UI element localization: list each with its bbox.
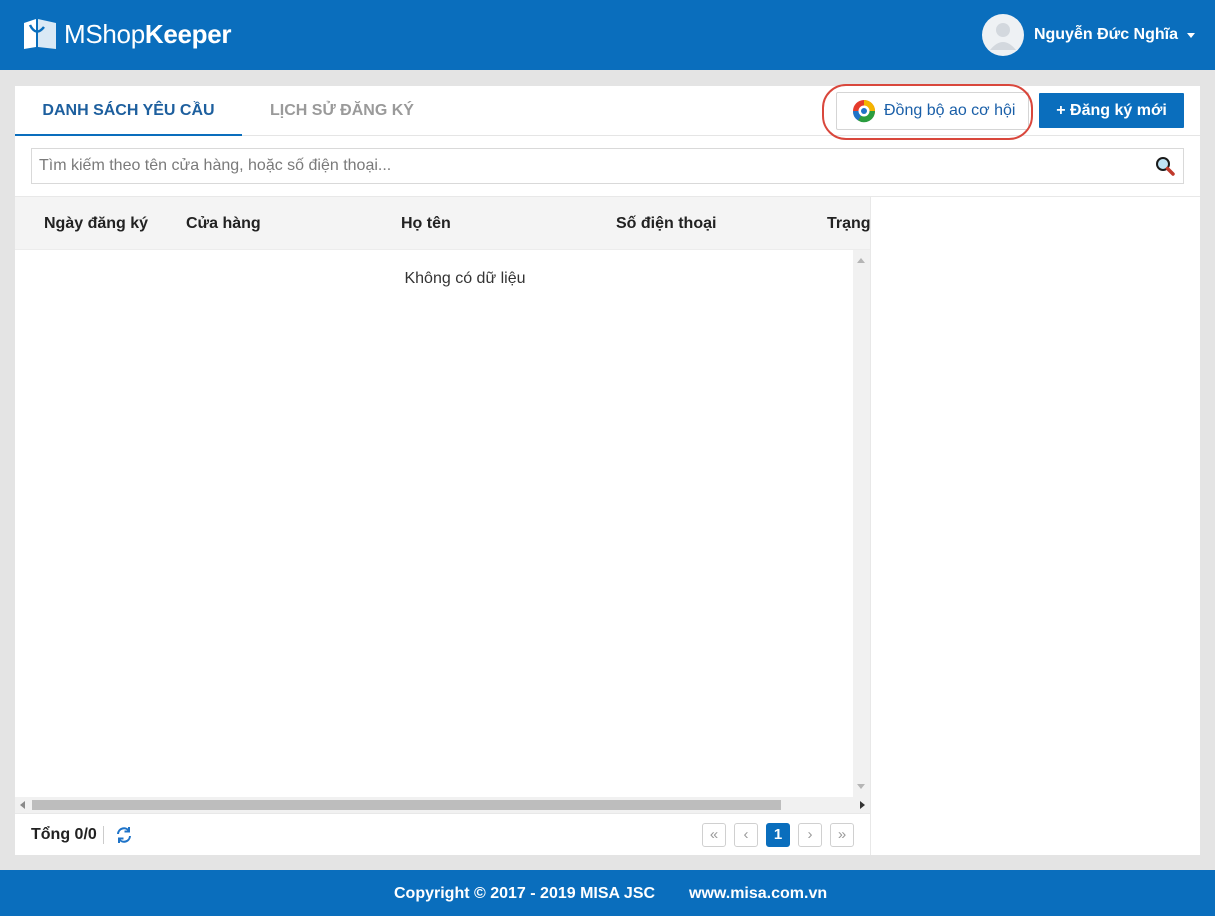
pagination: « ‹ 1 › »	[702, 823, 862, 847]
vertical-scrollbar[interactable]	[853, 250, 870, 797]
divider	[103, 826, 104, 844]
horizontal-scrollbar[interactable]	[15, 797, 870, 813]
shopping-bag-icon	[22, 17, 58, 51]
column-header-phone[interactable]: Số điện thoại	[616, 197, 716, 250]
user-menu[interactable]: Nguyễn Đức Nghĩa	[981, 14, 1195, 56]
logo-text-bold: Keeper	[144, 18, 232, 49]
table-footer: Tổng 0/0 « ‹ 1 › »	[15, 813, 870, 855]
copyright-text: Copyright © 2017 - 2019 MISA JSC	[394, 885, 656, 902]
app-name: MShopKeeper	[64, 18, 232, 50]
data-grid: Ngày đăng ký Cửa hàng Họ tên Số điện tho…	[15, 197, 870, 813]
scroll-down-icon[interactable]	[857, 784, 865, 789]
top-navbar: MShopKeeper Nguyễn Đức Nghĩa	[0, 0, 1215, 70]
next-page-button[interactable]: ›	[798, 823, 822, 847]
table-header: Ngày đăng ký Cửa hàng Họ tên Số điện tho…	[15, 197, 870, 250]
tab-registration-history[interactable]: LỊCH SỬ ĐĂNG KÝ	[242, 86, 442, 136]
column-header-status[interactable]: Trạng thái	[827, 197, 870, 250]
tab-request-list[interactable]: DANH SÁCH YÊU CẦU	[15, 86, 242, 136]
search-box	[31, 148, 1184, 184]
column-header-full-name[interactable]: Họ tên	[401, 197, 451, 250]
chevron-down-icon[interactable]	[1187, 32, 1195, 38]
app-logo[interactable]: MShopKeeper	[22, 16, 232, 52]
user-name[interactable]: Nguyễn Đức Nghĩa	[1034, 26, 1178, 44]
table-body: Không có dữ liệu	[15, 250, 853, 797]
panel-divider	[870, 197, 871, 855]
last-page-button[interactable]: »	[830, 823, 854, 847]
search-icon[interactable]	[1155, 156, 1175, 176]
main-panel: DANH SÁCH YÊU CẦU LỊCH SỬ ĐĂNG KÝ Đồng b…	[15, 84, 1200, 855]
column-header-registration-date[interactable]: Ngày đăng ký	[44, 197, 148, 250]
prev-page-button[interactable]: ‹	[734, 823, 758, 847]
sync-opportunities-button[interactable]: Đồng bộ ao cơ hội	[836, 92, 1029, 130]
search-input[interactable]	[32, 149, 1142, 183]
scroll-right-icon[interactable]	[860, 801, 865, 809]
scroll-left-icon[interactable]	[20, 801, 25, 809]
logo-text-light: MShop	[64, 18, 145, 49]
website-link[interactable]: www.misa.com.vn	[689, 885, 827, 903]
scroll-up-icon[interactable]	[857, 258, 865, 263]
current-page-button[interactable]: 1	[766, 823, 790, 847]
footer: Copyright © 2017 - 2019 MISA JSC www.mis…	[0, 870, 1215, 916]
new-registration-button[interactable]: + Đăng ký mới	[1039, 93, 1184, 128]
sync-button-label: Đồng bộ ao cơ hội	[884, 102, 1016, 119]
sync-logo-icon	[852, 99, 876, 123]
scroll-thumb[interactable]	[32, 800, 781, 810]
empty-state-text: Không có dữ liệu	[404, 270, 526, 287]
column-header-store[interactable]: Cửa hàng	[186, 197, 261, 250]
total-count: Tổng 0/0	[31, 826, 97, 843]
first-page-button[interactable]: «	[702, 823, 726, 847]
avatar[interactable]	[981, 14, 1024, 56]
refresh-icon[interactable]	[115, 826, 133, 844]
